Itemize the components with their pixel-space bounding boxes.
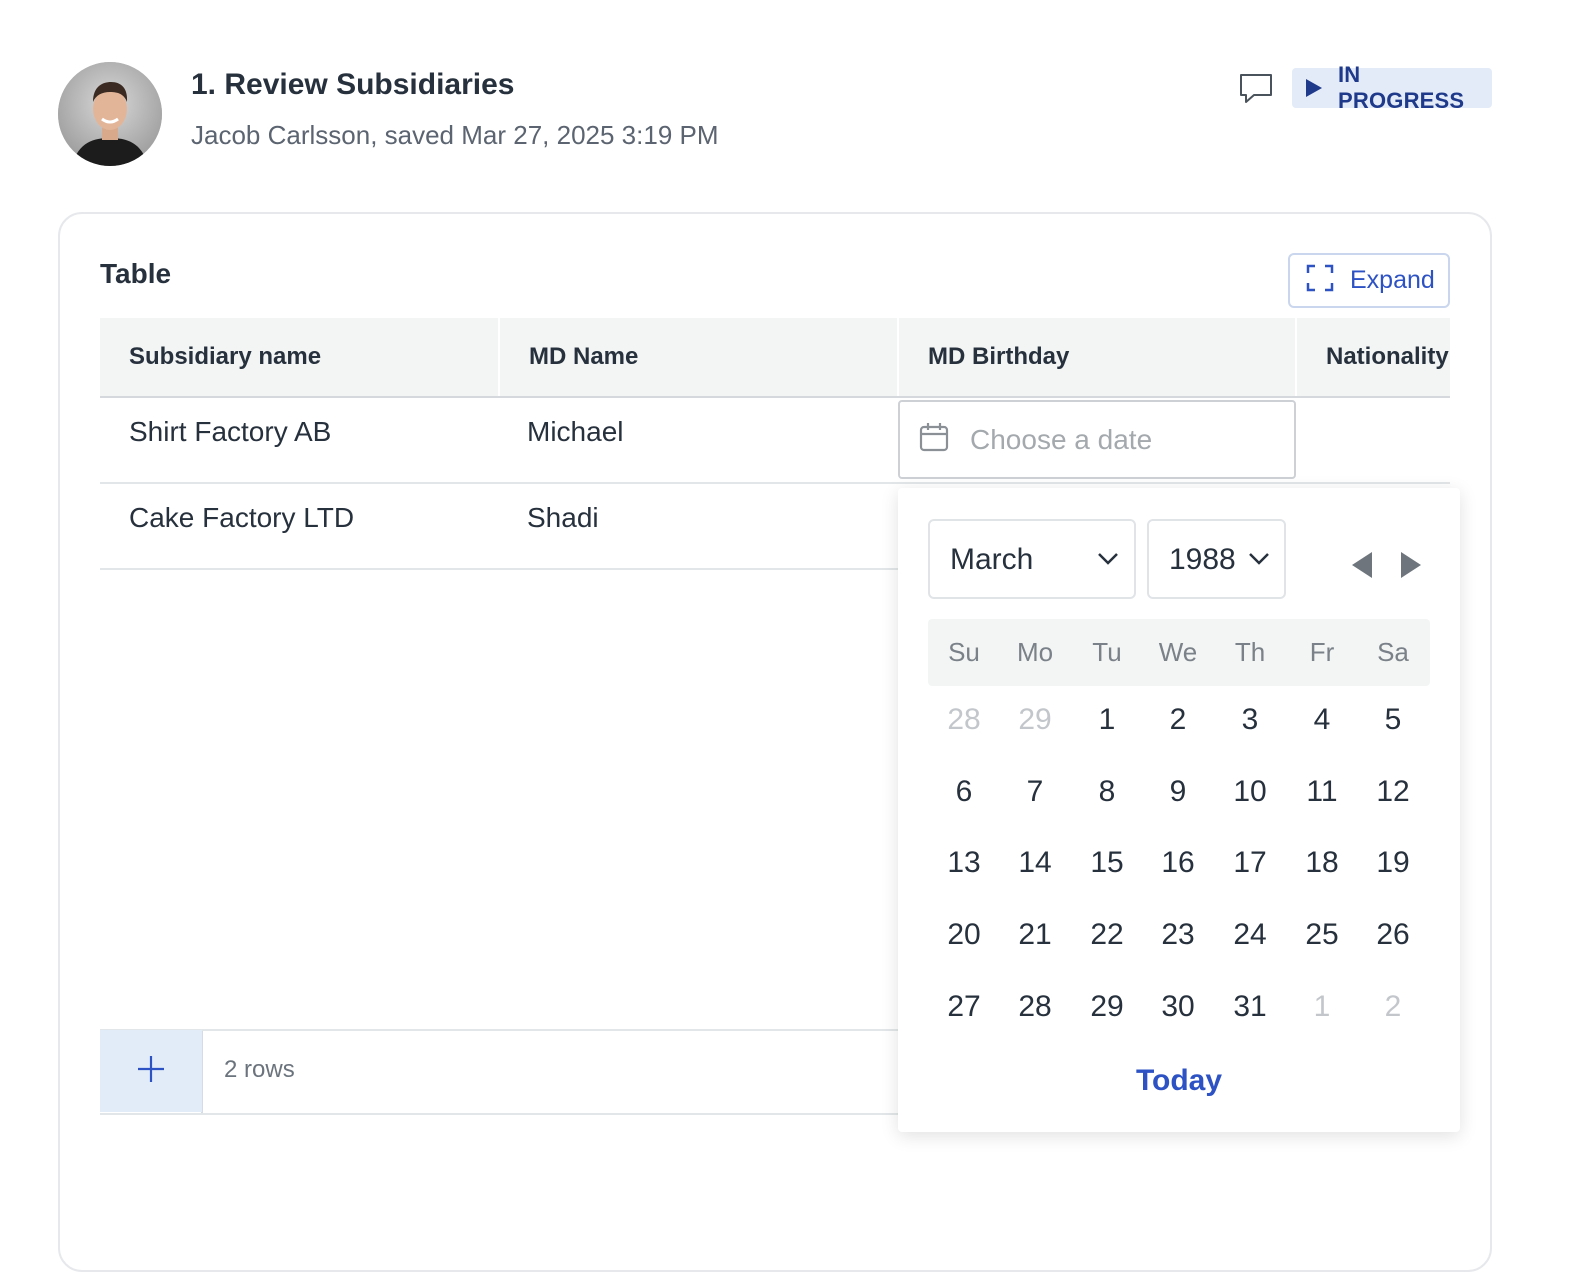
weekday-label: We — [1158, 637, 1198, 667]
day-cell[interactable]: 3 — [1220, 703, 1280, 737]
day-cell[interactable]: 11 — [1292, 775, 1352, 809]
column-header-nationality[interactable]: Nationality — [1295, 318, 1450, 396]
day-cell[interactable]: 6 — [934, 775, 994, 809]
month-value: March — [950, 543, 1034, 576]
rows-count: 2 rows — [224, 1056, 295, 1083]
day-cell[interactable]: 22 — [1077, 918, 1137, 952]
year-value: 1988 — [1169, 543, 1236, 576]
expand-button[interactable]: Expand — [1288, 253, 1450, 308]
day-cell-outside-month[interactable]: 1 — [1292, 990, 1352, 1024]
day-cell[interactable]: 20 — [934, 918, 994, 952]
day-cell[interactable]: 8 — [1077, 775, 1137, 809]
day-cell[interactable]: 26 — [1363, 918, 1423, 952]
calendar-icon — [918, 421, 950, 458]
cell-md-name[interactable]: Shadi — [527, 502, 599, 534]
day-cell[interactable]: 28 — [1005, 990, 1065, 1024]
day-cell[interactable]: 23 — [1148, 918, 1208, 952]
column-header-md-birthday[interactable]: MD Birthday — [897, 318, 1295, 396]
day-cell[interactable]: 29 — [1077, 990, 1137, 1024]
day-cell[interactable]: 5 — [1363, 703, 1423, 737]
page-title: 1. Review Subsidiaries — [191, 68, 515, 101]
weekday-label: Sa — [1377, 637, 1409, 667]
play-icon — [1306, 79, 1322, 97]
month-select[interactable]: March — [928, 519, 1136, 599]
chevron-down-icon — [1098, 553, 1118, 565]
day-cell[interactable]: 18 — [1292, 846, 1352, 880]
day-cell[interactable]: 9 — [1148, 775, 1208, 809]
weekday-label: Fr — [1309, 637, 1335, 667]
table-header: Subsidiary name MD Name MD Birthday Nati… — [100, 318, 1450, 398]
card-title: Table — [100, 258, 172, 289]
day-cell-outside-month[interactable]: 28 — [934, 703, 994, 737]
expand-label: Expand — [1350, 266, 1435, 294]
cell-md-name[interactable]: Michael — [527, 416, 623, 448]
plus-icon — [136, 1054, 166, 1089]
md-birthday-date-input[interactable]: Choose a date — [898, 400, 1296, 479]
day-cell[interactable]: 24 — [1220, 918, 1280, 952]
day-cell[interactable]: 12 — [1363, 775, 1423, 809]
weekday-label: Mo — [1016, 637, 1054, 667]
expand-icon — [1306, 264, 1334, 297]
cell-subsidiary-name[interactable]: Shirt Factory AB — [129, 416, 331, 448]
cell-subsidiary-name[interactable]: Cake Factory LTD — [129, 502, 354, 534]
add-row-button[interactable] — [100, 1030, 202, 1112]
day-cell-outside-month[interactable]: 29 — [1005, 703, 1065, 737]
day-cell[interactable]: 16 — [1148, 846, 1208, 880]
prev-month-icon[interactable] — [1352, 552, 1372, 578]
day-cell[interactable]: 31 — [1220, 990, 1280, 1024]
weekday-label: Th — [1234, 637, 1266, 667]
day-cell[interactable]: 10 — [1220, 775, 1280, 809]
year-select[interactable]: 1988 — [1147, 519, 1286, 599]
table-footer — [100, 1029, 920, 1115]
chevron-down-icon — [1249, 553, 1269, 565]
column-header-subsidiary-name[interactable]: Subsidiary name — [100, 318, 499, 396]
comment-icon[interactable] — [1238, 72, 1274, 106]
column-header-md-name[interactable]: MD Name — [498, 318, 898, 396]
saved-info: Jacob Carlsson, saved Mar 27, 2025 3:19 … — [191, 120, 719, 150]
avatar — [58, 62, 162, 166]
today-button[interactable]: Today — [898, 1064, 1460, 1098]
day-cell[interactable]: 17 — [1220, 846, 1280, 880]
day-cell[interactable]: 7 — [1005, 775, 1065, 809]
day-cell[interactable]: 27 — [934, 990, 994, 1024]
day-cell[interactable]: 15 — [1077, 846, 1137, 880]
day-cell-outside-month[interactable]: 2 — [1363, 990, 1423, 1024]
status-badge: IN PROGRESS — [1292, 62, 1492, 113]
day-cell[interactable]: 1 — [1077, 703, 1137, 737]
day-cell[interactable]: 21 — [1005, 918, 1065, 952]
day-cell[interactable]: 14 — [1005, 846, 1065, 880]
day-cell[interactable]: 25 — [1292, 918, 1352, 952]
weekday-label: Tu — [1092, 637, 1122, 667]
status-label: IN PROGRESS — [1338, 62, 1465, 113]
weekday-label: Su — [948, 637, 980, 667]
day-cell[interactable]: 30 — [1148, 990, 1208, 1024]
weekday-header: Su Mo Tu We Th Fr Sa — [928, 619, 1430, 686]
day-cell[interactable]: 13 — [934, 846, 994, 880]
next-month-icon[interactable] — [1401, 552, 1421, 578]
day-cell[interactable]: 4 — [1292, 703, 1352, 737]
day-cell[interactable]: 2 — [1148, 703, 1208, 737]
date-placeholder: Choose a date — [970, 423, 1153, 455]
date-picker-popup: March 1988 Su Mo Tu We Th Fr Sa 28 29 1 2 3 4… — [898, 488, 1460, 1132]
day-cell[interactable]: 19 — [1363, 846, 1423, 880]
